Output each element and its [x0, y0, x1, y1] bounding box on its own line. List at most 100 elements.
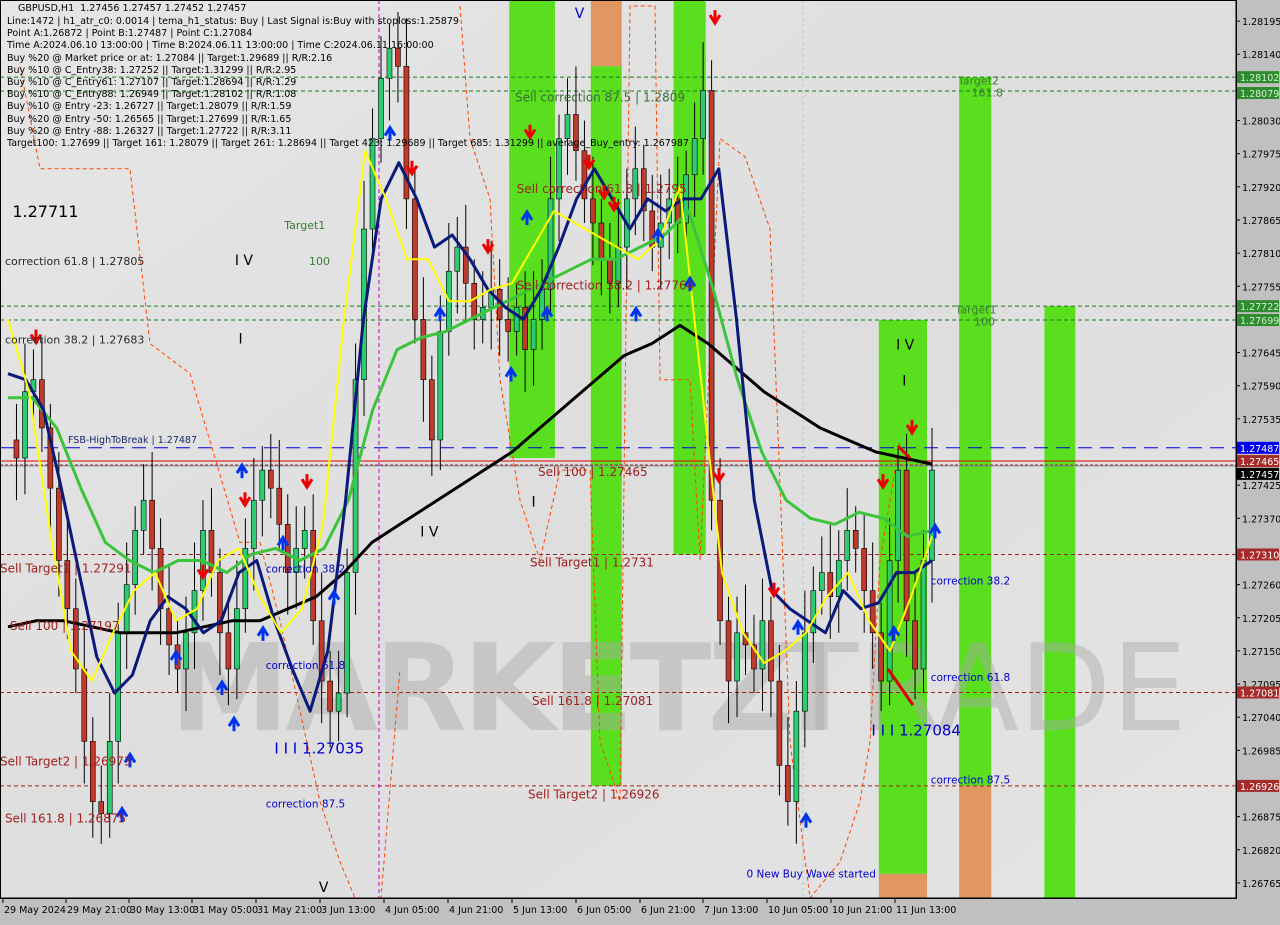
- y-tick-label: 1.27645: [1242, 349, 1280, 360]
- bear-candle: [785, 765, 791, 802]
- symbol-ohlc: GBPUSD,H1 1.27456 1.27457 1.27452 1.2745…: [18, 3, 246, 14]
- bear-candle: [225, 632, 232, 670]
- bull-candle: [793, 710, 800, 802]
- annotation-label: Sell 100 | 1.27197: [10, 619, 120, 633]
- bull-candle: [564, 114, 571, 139]
- price-tag-label: 1.27465: [1240, 457, 1279, 468]
- bull-candle: [734, 632, 740, 682]
- correction-label: correction 87.5: [266, 799, 345, 811]
- level-label: FSB-HighToBreak | 1.27487: [68, 435, 197, 446]
- bear-candle: [590, 198, 596, 224]
- bull-candle: [513, 307, 520, 332]
- watermark-left: MARKETZI: [170, 620, 831, 759]
- correction-label: correction 38.2: [266, 564, 345, 576]
- bear-candle: [420, 319, 427, 380]
- annotation-label: correction 61.8 | 1.27805: [5, 255, 144, 268]
- bull-candle: [140, 499, 147, 531]
- price-tag-label: 1.27487: [1240, 444, 1279, 455]
- annotation-label: Target1: [954, 303, 996, 316]
- x-tick-label: 6 Jun 05:00: [577, 905, 631, 916]
- annotation-label: correction 38.2 | 1.27683: [5, 334, 144, 347]
- bull-candle: [301, 530, 308, 549]
- annotation-label: Sell Target2 | 1.26973: [0, 754, 132, 768]
- level-label: Sell 100 | 1.27465: [538, 465, 648, 479]
- annotation-label: 161.8: [971, 86, 1003, 99]
- bull-candle: [259, 469, 266, 501]
- y-tick-label: 1.27920: [1242, 183, 1280, 194]
- correction-label: 0 New Buy Wave started: [747, 869, 876, 881]
- correction-label: I I I 1.27084: [871, 721, 961, 739]
- bear-candle: [903, 469, 910, 622]
- correction-label: correction 61.8: [266, 660, 345, 672]
- price-tag-label: 1.27699: [1240, 316, 1279, 327]
- annotation-label: Sell correction 61.8 | 1.2795: [517, 182, 687, 196]
- bull-candle: [251, 499, 257, 549]
- x-tick-label: 4 Jun 05:00: [385, 905, 439, 916]
- orange-zone: [959, 785, 992, 898]
- bull-candle: [530, 319, 537, 350]
- annotation-label: Target2: [957, 74, 999, 87]
- y-tick-label: 1.27425: [1242, 481, 1280, 492]
- y-tick-label: 1.27040: [1242, 713, 1280, 724]
- y-tick-label: 1.27535: [1242, 415, 1280, 426]
- y-tick-label: 1.27260: [1242, 581, 1280, 592]
- x-tick-label: 3 Jun 13:00: [321, 905, 375, 916]
- info-line: Buy %10 @ C_Entry88: 1.26949 || Target:1…: [7, 89, 297, 101]
- bear-candle: [912, 620, 918, 670]
- bull-candle: [234, 608, 240, 670]
- wave-label: I: [531, 494, 535, 510]
- bear-candle: [598, 222, 605, 260]
- wave-label: I V: [420, 524, 439, 540]
- bull-candle: [454, 246, 461, 272]
- green-zone: [1044, 306, 1076, 898]
- y-tick-label: 1.26765: [1242, 879, 1280, 890]
- info-line: Line:1472 | h1_atr_c0: 0.0014 | tema_h1_…: [7, 16, 459, 27]
- bear-candle: [56, 487, 62, 561]
- x-tick-label: 29 May 2024: [4, 905, 66, 916]
- y-tick-label: 1.27150: [1242, 647, 1280, 658]
- x-tick-label: 11 Jun 13:00: [896, 905, 956, 916]
- bear-candle: [157, 548, 164, 610]
- x-tick-label: 10 Jun 21:00: [832, 905, 892, 916]
- price-tag-label: 1.28102: [1240, 73, 1279, 84]
- price-tag-label: 1.27457: [1240, 470, 1279, 481]
- bull-candle: [929, 469, 935, 561]
- price-tag-label: 1.27310: [1240, 550, 1279, 561]
- wave-label: V: [319, 880, 329, 896]
- correction-label: correction 38.2: [931, 576, 1010, 588]
- y-tick-label: 1.27865: [1242, 216, 1280, 227]
- wave-label: I: [239, 332, 243, 348]
- bull-candle: [369, 138, 376, 230]
- bear-candle: [861, 548, 867, 591]
- y-tick-label: 1.26875: [1242, 813, 1280, 824]
- correction-label: correction 87.5: [931, 774, 1010, 786]
- price-tag-label: 1.27081: [1240, 688, 1279, 699]
- annotation-label: 1.27711: [12, 202, 78, 221]
- bear-candle: [327, 680, 333, 712]
- info-line: Point A:1.26872 | Point B:1.27487 | Poin…: [7, 28, 253, 40]
- bear-candle: [776, 680, 783, 766]
- chart-window: MARKETZI TRADE Sell correction 87.5 | 1.2…: [0, 0, 1280, 920]
- orange-zone: [878, 873, 927, 898]
- bull-candle: [106, 741, 113, 814]
- bear-candle: [81, 668, 88, 742]
- x-tick-label: 31 May 05:00: [193, 905, 258, 916]
- bull-candle: [700, 90, 706, 139]
- info-line: Buy %20 @ Entry -88: 1.26327 || Target:1…: [7, 125, 292, 137]
- bull-candle: [22, 391, 28, 459]
- x-tick-label: 5 Jun 13:00: [513, 905, 567, 916]
- bull-candle: [344, 572, 350, 694]
- wave-label: I: [902, 374, 906, 390]
- info-line: Buy %20 @ Entry -50: 1.26565 || Target:1…: [7, 113, 292, 125]
- bull-candle: [844, 530, 851, 561]
- ohlc-values: 1.27456 1.27457 1.27452 1.27457: [80, 3, 247, 14]
- price-tag-label: 1.26926: [1240, 782, 1279, 793]
- x-tick-label: 31 May 21:00: [257, 905, 322, 916]
- bear-candle: [725, 620, 732, 682]
- bull-candle: [335, 692, 342, 712]
- wave-label: I V: [235, 253, 254, 269]
- watermark-right: TRADE: [784, 620, 1187, 759]
- bear-candle: [768, 620, 774, 682]
- bear-candle: [505, 319, 511, 332]
- bear-candle: [13, 439, 20, 459]
